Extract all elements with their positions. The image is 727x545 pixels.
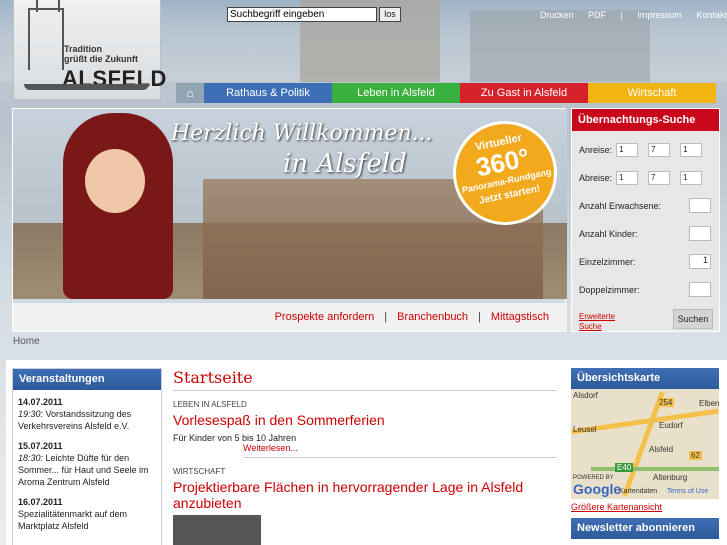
arrival-year[interactable]: 1 [680, 143, 702, 157]
logo-slogan: Tradition grüßt die Zukunft [64, 44, 138, 64]
search-button[interactable]: los [379, 7, 401, 22]
events-box: Veranstaltungen 14.07.2011 19:30: Vorsta… [12, 368, 162, 545]
event-item[interactable]: 14.07.2011 19:30: Vorstandssitzung des V… [13, 390, 161, 434]
top-navigation: Drucken PDF | Impressum Kontakt [540, 10, 727, 20]
newsletter-title[interactable]: Newsletter abonnieren [571, 518, 719, 539]
adults-input[interactable] [689, 198, 711, 213]
read-more-link[interactable]: Weiterlesen... [243, 443, 557, 458]
link-separator: | [384, 311, 388, 323]
event-item[interactable]: 15.07.2011 18:30: Leichte Düfte für den … [13, 434, 161, 490]
accommodation-title: Übernachtungs-Suche [572, 109, 719, 131]
children-input[interactable] [689, 226, 711, 241]
arrival-day[interactable]: 1 [616, 143, 638, 157]
town-hall-icon [28, 0, 64, 70]
site-logo[interactable]: Tradition grüßt die Zukunft ALSFELD [13, 0, 166, 100]
nav-tab-wirtschaft[interactable]: Wirtschaft [588, 83, 716, 103]
main-content: Veranstaltungen 14.07.2011 19:30: Vorsta… [6, 360, 727, 545]
page-title: Startseite [173, 368, 557, 391]
banner-image: Herzlich Willkommen... in Alsfeld Virtue… [13, 109, 567, 299]
adults-label: Anzahl Erwachsene: [579, 201, 662, 211]
advanced-search-link[interactable]: Erweiterte Suche [579, 312, 615, 332]
logo-swoosh [24, 84, 149, 90]
pdf-link[interactable]: PDF [588, 10, 606, 20]
nav-tab-leben[interactable]: Leben in Alsfeld [332, 83, 460, 103]
arrival-month[interactable]: 7 [648, 143, 670, 157]
departure-day[interactable]: 1 [616, 171, 638, 185]
map-title: Übersichtskarte [571, 368, 719, 389]
departure-label: Abreise: [579, 173, 613, 183]
mittagstisch-link[interactable]: Mittagstisch [491, 311, 549, 323]
breadcrumb[interactable]: Home [13, 336, 40, 347]
article-list: Startseite LEBEN IN ALSFELD Vorlesespaß … [173, 368, 557, 545]
banner-links: Prospekte anfordern | Branchenbuch | Mittags… [13, 303, 567, 331]
banner-subtitle: in Alsfeld [283, 149, 407, 179]
article-category: LEBEN IN ALSFELD [173, 400, 247, 409]
single-rooms-input[interactable]: 1 [689, 254, 711, 269]
events-title: Veranstaltungen [13, 369, 161, 390]
girl-face [85, 149, 145, 213]
welcome-banner: Herzlich Willkommen... in Alsfeld Virtue… [12, 108, 567, 332]
departure-year[interactable]: 1 [680, 171, 702, 185]
impressum-link[interactable]: Impressum [637, 10, 682, 20]
overview-map[interactable]: Alsdorf 254 Elbenr Eudorf Alsfeld 62 Alt… [571, 389, 719, 499]
contact-link[interactable]: Kontakt [696, 10, 727, 20]
house-icon[interactable]: ⌂ [176, 83, 204, 103]
map-highway [591, 467, 719, 471]
banner-title: Herzlich Willkommen... [171, 121, 433, 146]
article-category: WIRTSCHAFT [173, 467, 226, 476]
girl-in-costume-image [63, 113, 173, 299]
map-terms-link[interactable]: Terms of Use [667, 488, 708, 495]
link-separator: | [478, 311, 481, 323]
main-navigation: ⌂ Rathaus & Politik Leben in Alsfeld Zu … [176, 83, 716, 103]
article-title[interactable]: Vorlesespaß in den Sommerferien [173, 412, 557, 428]
nav-tab-rathaus[interactable]: Rathaus & Politik [204, 83, 332, 103]
branchenbuch-link[interactable]: Branchenbuch [397, 311, 468, 323]
header-building-image-2 [470, 10, 650, 82]
nav-tab-gast[interactable]: Zu Gast in Alsfeld [460, 83, 588, 103]
prospekte-link[interactable]: Prospekte anfordern [275, 311, 375, 323]
search-input[interactable] [227, 7, 377, 22]
arrival-label: Anreise: [579, 145, 613, 155]
map-box: Übersichtskarte Alsdorf 254 Elbenr Eudor… [571, 368, 719, 539]
google-logo: Google [573, 481, 622, 497]
larger-map-link[interactable]: Größere Kartenansicht [571, 502, 719, 512]
article-subtitle: Für Kinder von 5 bis 10 Jahren [173, 433, 297, 443]
article-title[interactable]: Projektierbare Flächen in hervorragender… [173, 479, 557, 511]
double-rooms-input[interactable] [689, 282, 711, 297]
departure-month[interactable]: 7 [648, 171, 670, 185]
double-rooms-label: Doppelzimmer: [579, 285, 640, 295]
print-link[interactable]: Drucken [540, 10, 574, 20]
article-thumbnail[interactable] [173, 515, 261, 545]
single-rooms-label: Einzelzimmer: [579, 257, 636, 267]
children-label: Anzahl Kinder: [579, 229, 638, 239]
accommodation-search: Übernachtungs-Suche Anreise: 1 7 1 Abrei… [571, 108, 720, 332]
event-item[interactable]: 16.07.2011 Spezialitätenmarkt auf dem Ma… [13, 490, 161, 534]
topnav-separator: | [620, 10, 623, 20]
search-submit-button[interactable]: Suchen [673, 309, 713, 329]
